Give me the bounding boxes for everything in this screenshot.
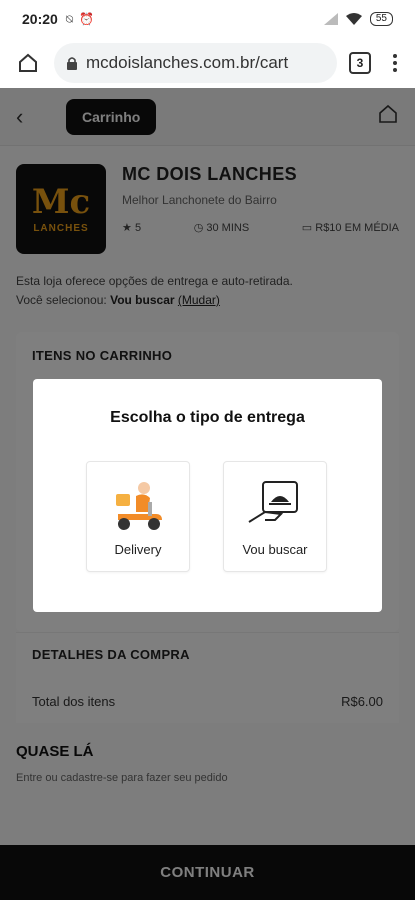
lock-icon: [67, 57, 77, 70]
delivery-option-label: Delivery: [114, 542, 162, 557]
url-bar[interactable]: mcdoislanches.com.br/cart: [54, 43, 337, 83]
browser-home-button[interactable]: [10, 45, 46, 81]
browser-menu-button[interactable]: [385, 54, 405, 72]
url-text: mcdoislanches.com.br/cart: [86, 53, 289, 72]
pickup-bag-icon: [248, 481, 298, 523]
delivery-scooter-icon: [116, 482, 162, 530]
battery-icon: 55: [369, 12, 393, 26]
home-icon: [19, 53, 37, 72]
pickup-option-label: Vou buscar: [242, 542, 308, 557]
alarm-icon: ⏰: [79, 11, 94, 26]
signal-icon: [323, 13, 338, 25]
status-time: 20:20: [22, 11, 58, 27]
delivery-type-modal: Escolha o tipo de entrega Delivery Vou b…: [33, 379, 382, 612]
browser-bar: mcdoislanches.com.br/cart 3: [0, 38, 415, 88]
tabs-button[interactable]: 3: [349, 52, 371, 74]
notification-off-icon: ⍉: [65, 11, 74, 26]
wifi-icon: [345, 13, 362, 25]
modal-title: Escolha o tipo de entrega: [110, 409, 305, 426]
delivery-option-button[interactable]: Delivery: [86, 461, 190, 572]
status-bar: 20:20 ⍉ ⏰ 55: [0, 0, 415, 38]
pickup-option-button[interactable]: Vou buscar: [223, 461, 327, 572]
